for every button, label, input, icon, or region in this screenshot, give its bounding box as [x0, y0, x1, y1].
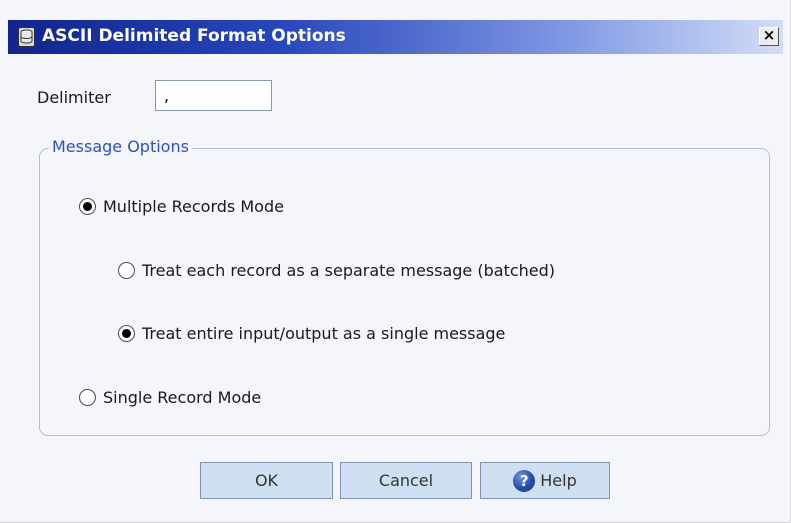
dialog-title: ASCII Delimited Format Options: [42, 26, 346, 46]
message-options-legend: Message Options: [49, 137, 192, 156]
delimiter-input[interactable]: [155, 80, 272, 111]
single-message-radio[interactable]: [118, 325, 135, 342]
multiple-records-mode-option[interactable]: Multiple Records Mode: [79, 197, 284, 216]
question-icon: ?: [513, 469, 536, 492]
help-button[interactable]: ? Help: [480, 462, 610, 499]
help-button-label: Help: [540, 471, 577, 490]
cancel-button[interactable]: Cancel: [340, 462, 472, 499]
single-record-radio[interactable]: [79, 389, 96, 406]
database-icon: [18, 27, 35, 47]
single-message-label: Treat entire input/output as a single me…: [142, 324, 506, 343]
multiple-records-radio[interactable]: [79, 198, 96, 215]
single-message-option[interactable]: Treat entire input/output as a single me…: [118, 324, 505, 343]
multiple-records-label: Multiple Records Mode: [103, 197, 284, 216]
ok-button[interactable]: OK: [200, 462, 333, 499]
ok-button-label: OK: [254, 471, 279, 490]
batched-option[interactable]: Treat each record as a separate message …: [118, 261, 555, 280]
close-button[interactable]: ×: [759, 27, 779, 46]
single-record-label: Single Record Mode: [103, 388, 262, 407]
title-bar[interactable]: ASCII Delimited Format Options ×: [8, 20, 783, 54]
delimiter-label: Delimiter: [37, 88, 111, 107]
batched-radio[interactable]: [118, 262, 135, 279]
format-options-dialog: ASCII Delimited Format Options × Delimit…: [0, 0, 791, 523]
batched-label: Treat each record as a separate message …: [142, 261, 556, 280]
single-record-mode-option[interactable]: Single Record Mode: [79, 388, 261, 407]
cancel-button-label: Cancel: [378, 471, 434, 490]
close-icon: ×: [762, 26, 776, 44]
